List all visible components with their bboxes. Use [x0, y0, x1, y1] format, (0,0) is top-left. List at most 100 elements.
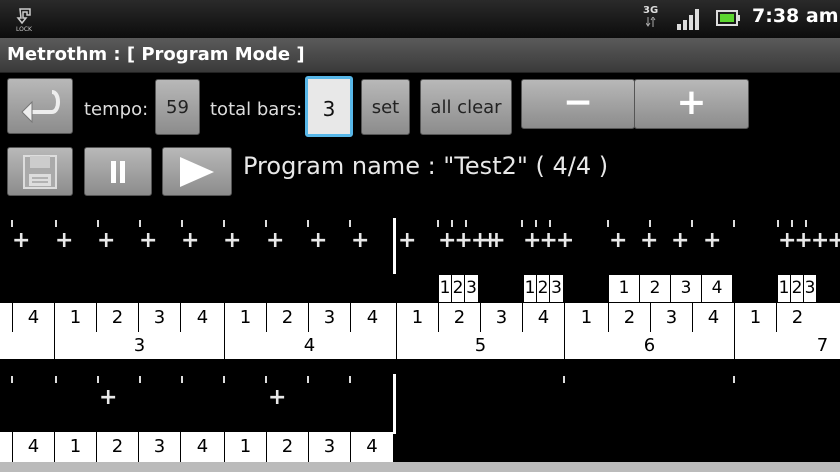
- beat-cell[interactable]: 3: [308, 303, 350, 332]
- all-clear-button[interactable]: all clear: [420, 79, 512, 135]
- tempo-field[interactable]: 59: [155, 79, 200, 135]
- beat-cell[interactable]: 4: [692, 303, 734, 332]
- beat-tick: [607, 220, 609, 227]
- beat-cell[interactable]: 1: [54, 303, 96, 332]
- beat-cell[interactable]: 3: [650, 303, 692, 332]
- accent-marker-group: ++++: [778, 228, 840, 253]
- bar-number[interactable]: 4: [224, 332, 394, 359]
- save-icon: [23, 155, 57, 189]
- beat-cell[interactable]: 4: [180, 303, 224, 332]
- beat-tick: [265, 220, 267, 227]
- undo-button[interactable]: [7, 78, 73, 134]
- set-button[interactable]: set: [361, 79, 410, 135]
- bar-number[interactable]: 5: [396, 332, 564, 359]
- beat-cell[interactable]: 2: [438, 303, 480, 332]
- beat-cell[interactable]: 1: [396, 303, 438, 332]
- beat-tick: [139, 376, 141, 383]
- accent-marker: +: [640, 228, 659, 253]
- accent-marker: +: [223, 228, 242, 253]
- minus-button[interactable]: −: [521, 79, 635, 129]
- beat-tick: [451, 220, 453, 227]
- pause-button[interactable]: [84, 147, 152, 196]
- subdivision-cell[interactable]: 1: [777, 275, 790, 302]
- subdivision-cell[interactable]: 2: [790, 275, 803, 302]
- clock: 7:38 am: [752, 5, 839, 27]
- beat-cell[interactable]: 2: [96, 432, 138, 462]
- beat-cell[interactable]: 2: [266, 303, 308, 332]
- beat-tick: [97, 376, 99, 383]
- subdivision-cell[interactable]: 2: [451, 275, 464, 302]
- total-bars-label: total bars:: [210, 99, 303, 120]
- beat-cell[interactable]: 3: [308, 432, 350, 462]
- save-button[interactable]: [7, 147, 73, 196]
- beat-tick: [791, 220, 793, 227]
- accent-marker-group: +++: [523, 228, 574, 253]
- subdivision-cell[interactable]: 1: [523, 275, 536, 302]
- bar-number[interactable]: 3: [54, 332, 224, 359]
- subdivision-cell[interactable]: 2: [639, 275, 670, 302]
- beat-cell[interactable]: 3: [480, 303, 522, 332]
- subdivision-cell[interactable]: 3: [464, 275, 479, 302]
- beat-cell[interactable]: 4: [180, 432, 224, 462]
- bar-number[interactable]: 7: [734, 332, 840, 359]
- beat-tick: [437, 220, 439, 227]
- beat-cell[interactable]: 1: [224, 432, 266, 462]
- battery-icon: [716, 10, 740, 26]
- beat-cell[interactable]: 3: [138, 432, 180, 462]
- accent-marker: +: [309, 228, 328, 253]
- total-bars-input[interactable]: 3: [305, 76, 353, 137]
- beat-tick: [535, 220, 537, 227]
- beat-tick: [181, 220, 183, 227]
- play-icon: [180, 157, 214, 187]
- bar-number[interactable]: 6: [564, 332, 734, 359]
- accent-marker: +: [481, 228, 500, 253]
- beat-tick: [563, 376, 565, 383]
- subdivision-cell[interactable]: 3: [803, 275, 817, 302]
- undo-icon: [21, 90, 60, 124]
- accent-marker: +: [266, 228, 285, 253]
- pause-icon: [111, 161, 125, 183]
- beat-cell[interactable]: 1: [564, 303, 608, 332]
- beat-tick: [11, 376, 13, 383]
- beat-cell[interactable]: 4: [12, 432, 54, 462]
- accent-marker: +: [12, 228, 31, 253]
- beat-cell[interactable]: 3: [138, 303, 180, 332]
- track2-bar-row-partial: [0, 462, 840, 472]
- accent-marker: +: [55, 228, 74, 253]
- play-button[interactable]: [162, 147, 232, 196]
- data-arrows-icon: [646, 17, 656, 27]
- beat-cell[interactable]: 1: [54, 432, 96, 462]
- beat-tick: [805, 220, 807, 227]
- beat-cell[interactable]: 4: [350, 303, 394, 332]
- beat-cell[interactable]: 2: [608, 303, 650, 332]
- beat-tick: [649, 220, 651, 227]
- app-title-bar: Metrothm : [ Program Mode ]: [0, 38, 840, 73]
- beat-tick: [691, 220, 693, 227]
- beat-cell[interactable]: 1: [734, 303, 776, 332]
- signal-icon: [677, 9, 699, 30]
- subdivision-cell[interactable]: 4: [701, 275, 733, 302]
- subdivision-cell[interactable]: 1: [438, 275, 451, 302]
- beat-tick: [223, 220, 225, 227]
- subdivision-cell[interactable]: 1: [608, 275, 639, 302]
- beat-cell[interactable]: 4: [12, 303, 54, 332]
- beat-cell[interactable]: 4: [350, 432, 393, 462]
- beat-cell[interactable]: 4: [522, 303, 564, 332]
- subdivision-cell[interactable]: 2: [536, 275, 549, 302]
- accent-marker: +: [351, 228, 370, 253]
- beat-tick: [181, 376, 183, 383]
- beat-cell[interactable]: 1: [224, 303, 266, 332]
- beat-tick: [521, 220, 523, 227]
- plus-button[interactable]: +: [634, 79, 749, 129]
- bar-divider: [393, 218, 396, 274]
- subdivision-cell[interactable]: 3: [549, 275, 564, 302]
- bar-divider: [393, 374, 396, 434]
- subdivision-cell[interactable]: 3: [670, 275, 701, 302]
- beat-cell[interactable]: 2: [96, 303, 138, 332]
- accent-marker: +: [181, 228, 200, 253]
- beat-cell[interactable]: 2: [266, 432, 308, 462]
- beat-cell[interactable]: 2: [776, 303, 818, 332]
- beat-tick: [349, 220, 351, 227]
- beat-tick: [11, 220, 13, 227]
- beat-tick: [55, 376, 57, 383]
